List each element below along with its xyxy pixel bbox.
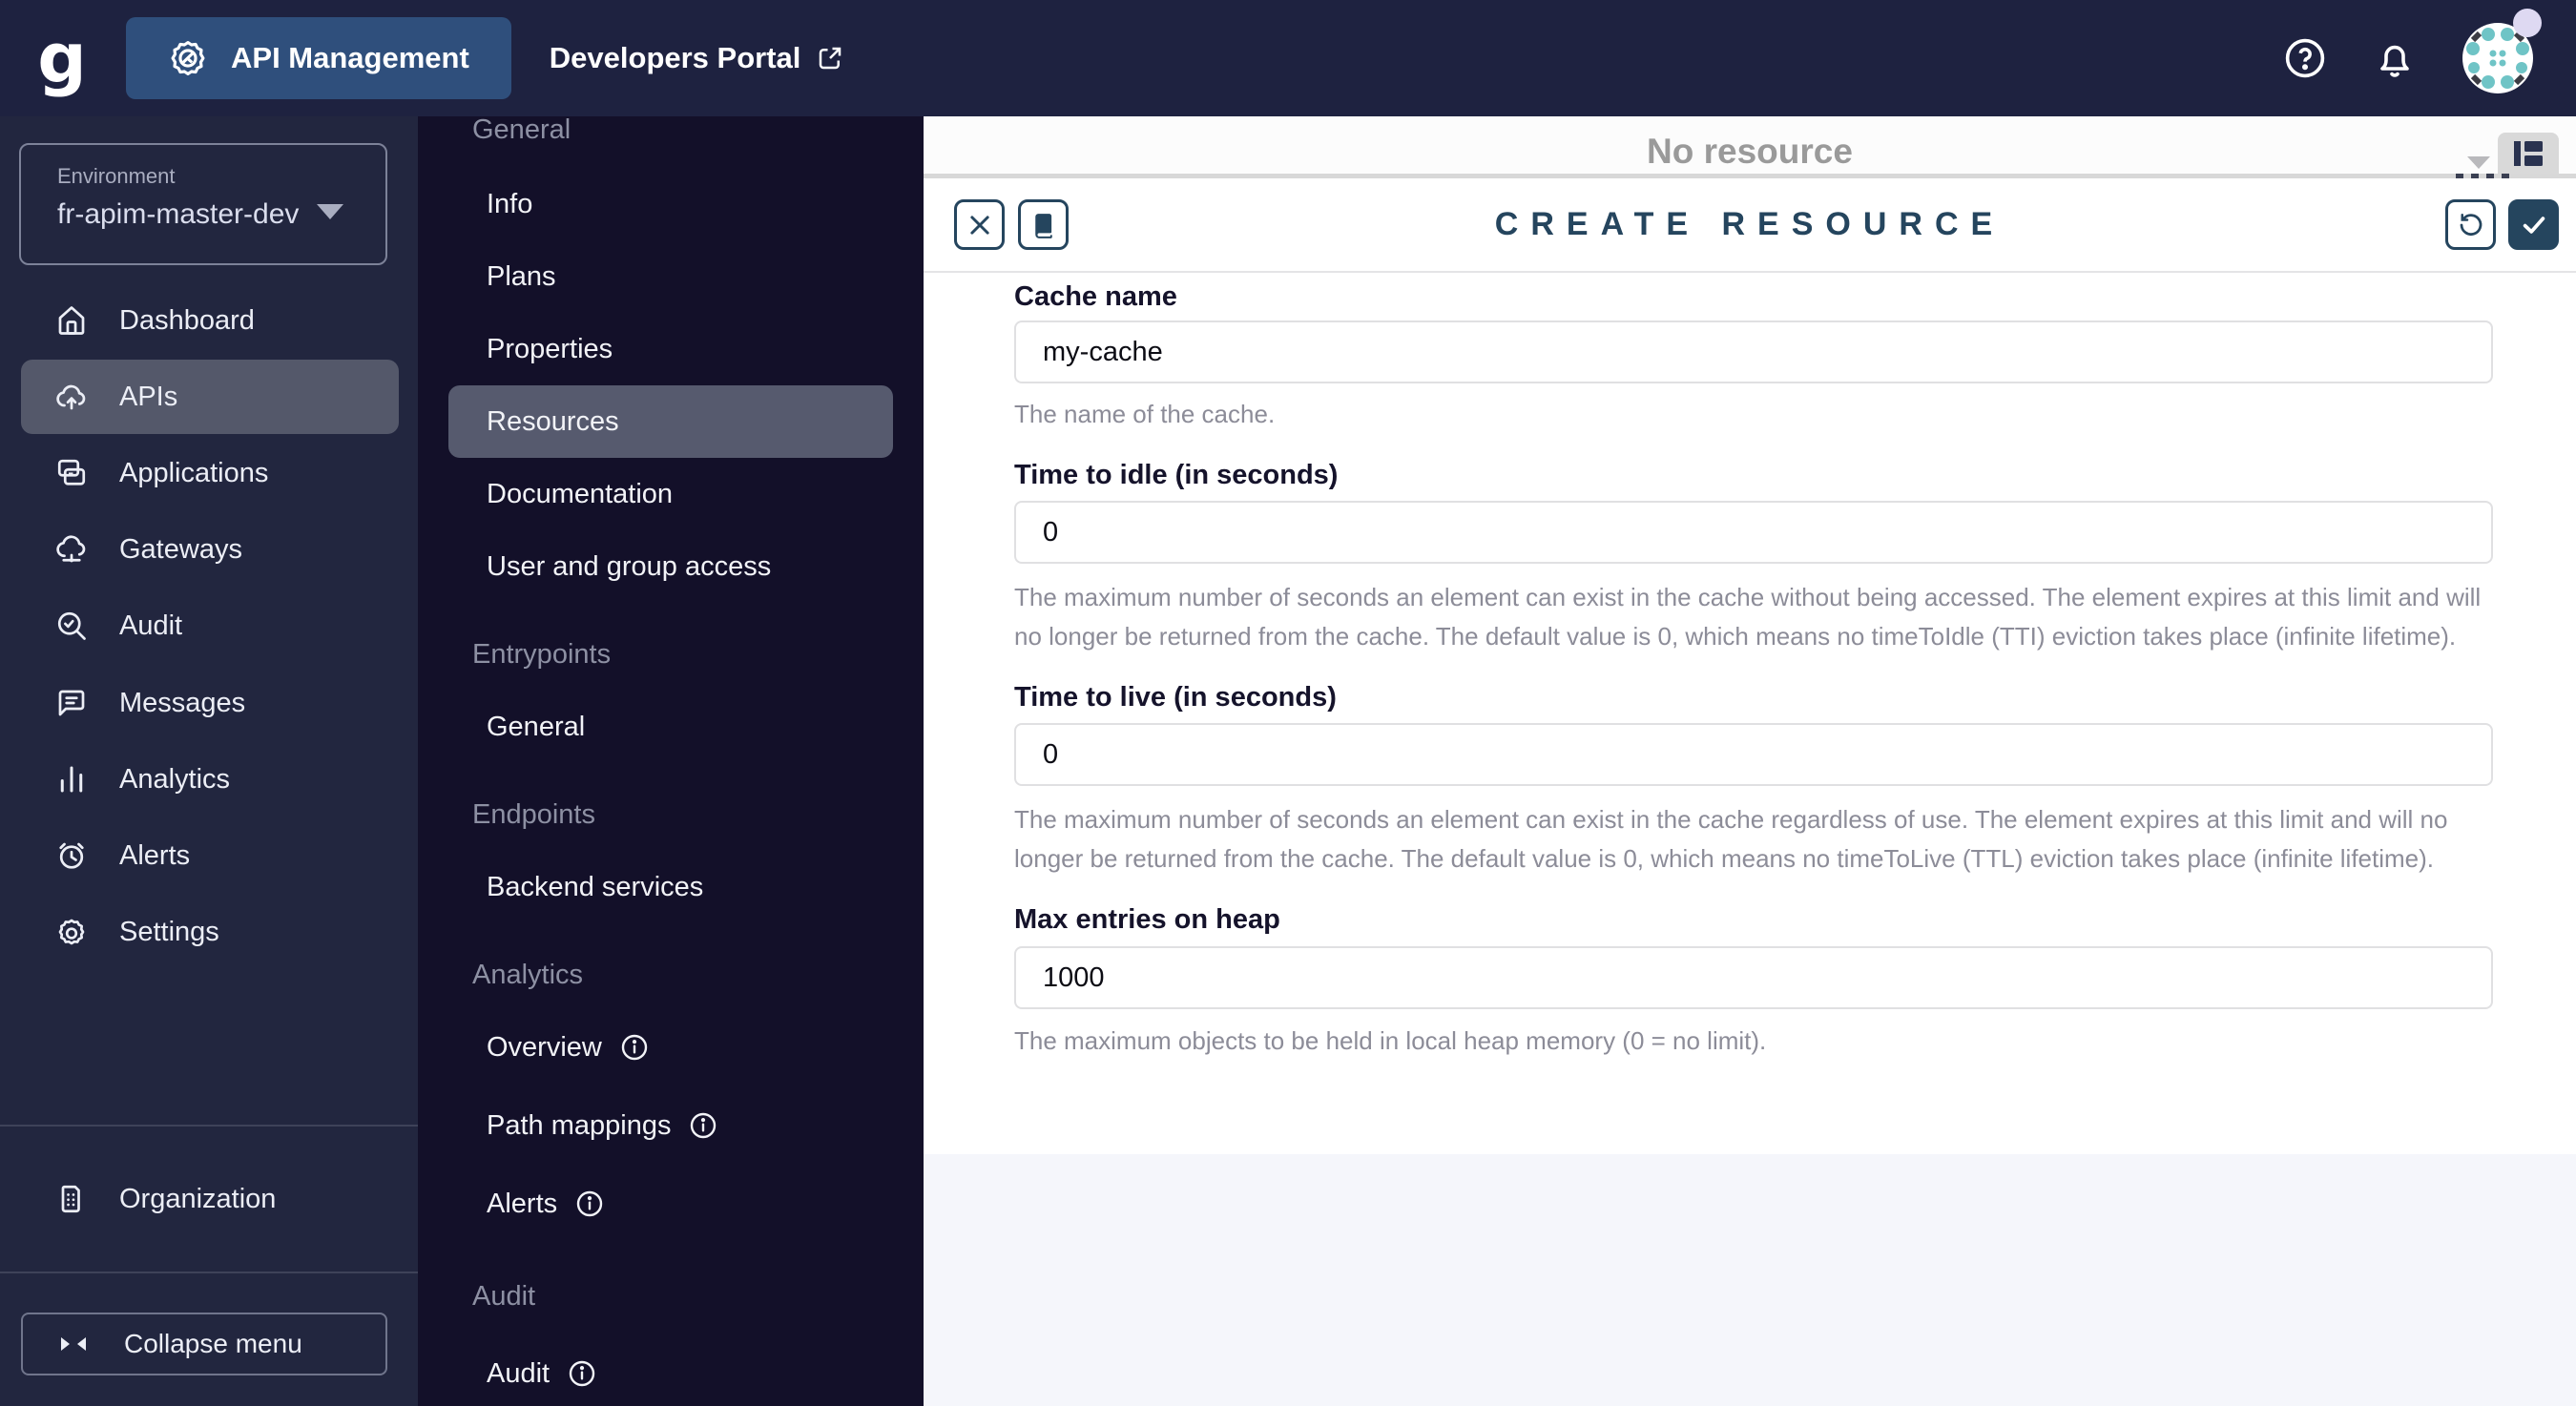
gravitee-logo[interactable]: g [29, 24, 95, 93]
cache-name-input[interactable] [1014, 320, 2493, 383]
submenu-item-backend-services[interactable]: Backend services [487, 868, 703, 906]
cog-icon [168, 38, 208, 78]
cache-name-label: Cache name [1014, 281, 1177, 312]
cloud-upload-icon [56, 384, 86, 410]
check-icon [2523, 216, 2545, 234]
time-to-live-input[interactable] [1014, 723, 2493, 786]
avatar-status-badge [2513, 9, 2542, 37]
section-title-endpoints: Endpoints [472, 798, 595, 830]
message-icon [58, 690, 85, 716]
section-title-general: General [472, 116, 571, 145]
developers-portal-label: Developers Portal [549, 41, 801, 74]
sidebar-item-alerts[interactable]: Alerts [21, 818, 399, 893]
toolbar-divider [924, 271, 2576, 273]
submenu-item-overview[interactable]: Overview [487, 1028, 650, 1066]
sidebar-item-applications[interactable]: Applications [21, 436, 399, 510]
submenu-item-alerts[interactable]: Alerts [487, 1185, 605, 1223]
bar-chart-icon [60, 766, 83, 793]
panel-layout-icon [2514, 140, 2543, 166]
primary-sidebar: Environment fr-apim-master-dev Dashboard… [0, 116, 418, 1406]
time-to-live-hint: The maximum number of seconds an element… [1014, 805, 2448, 873]
save-button[interactable] [2508, 199, 2559, 250]
reset-button[interactable] [2445, 199, 2496, 250]
audit-search-icon [57, 611, 86, 640]
sidebar-item-messages[interactable]: Messages [21, 666, 399, 740]
submenu-item-properties[interactable]: Properties [487, 330, 613, 368]
environment-label: Environment [57, 164, 176, 188]
info-icon [691, 1112, 717, 1139]
info-icon [569, 1360, 595, 1387]
environment-selector[interactable]: Environment fr-apim-master-dev [19, 143, 387, 265]
cloud-gateway-icon [56, 535, 86, 563]
time-to-idle-label: Time to idle (in seconds) [1014, 460, 1339, 490]
panel-title: CREATE RESOURCE [1494, 206, 2005, 242]
no-resource-text: No resource [1647, 132, 1853, 171]
main-content: No resource CREATE RESOURCE Cache name m… [924, 116, 2576, 1406]
reset-icon [2460, 213, 2482, 236]
info-icon [576, 1190, 603, 1217]
organization-icon [61, 1185, 80, 1213]
documentation-button[interactable] [1018, 199, 1069, 250]
section-title-audit: Audit [472, 1280, 536, 1312]
time-to-idle-input[interactable] [1014, 501, 2493, 564]
gear-icon [58, 919, 85, 945]
external-link-icon [816, 44, 844, 72]
content-background [924, 1154, 2576, 1406]
api-submenu: General Info Plans Properties Resources … [418, 116, 924, 1406]
sidebar-item-analytics[interactable]: Analytics [21, 742, 399, 817]
app-window: g API Management Developers Portal Envir… [0, 0, 2576, 1406]
applications-icon [57, 459, 86, 486]
submenu-item-path-mappings[interactable]: Path mappings [487, 1106, 718, 1145]
user-avatar[interactable] [2462, 9, 2542, 94]
sidebar-item-apis[interactable]: APIs [21, 360, 399, 434]
close-button[interactable] [954, 199, 1005, 250]
book-icon [1034, 213, 1052, 238]
splitter-arrow-down-icon [2467, 156, 2490, 169]
notifications-bell-icon[interactable] [2372, 35, 2418, 81]
submenu-item-resources[interactable]: Resources [487, 403, 619, 441]
section-title-analytics: Analytics [472, 959, 584, 990]
time-to-live-label: Time to live (in seconds) [1014, 682, 1337, 713]
api-management-label: API Management [231, 41, 469, 74]
sidebar-item-settings[interactable]: Settings [21, 895, 399, 969]
api-management-button[interactable]: API Management [126, 17, 511, 99]
submenu-item-info[interactable]: Info [487, 185, 532, 223]
max-entries-input[interactable] [1014, 946, 2493, 1009]
sidebar-item-gateways[interactable]: Gateways [21, 512, 399, 587]
sidebar-item-organization[interactable]: Organization [21, 1162, 399, 1236]
create-resource-toolbar: CREATE RESOURCE [924, 178, 2576, 271]
resource-list-empty-state: No resource [924, 116, 2576, 174]
submenu-item-documentation[interactable]: Documentation [487, 475, 673, 513]
info-icon [621, 1034, 648, 1061]
submenu-item-plans[interactable]: Plans [487, 258, 556, 296]
developers-portal-link[interactable]: Developers Portal [550, 41, 845, 75]
top-bar: g API Management Developers Portal [0, 0, 2576, 116]
max-entries-hint: The maximum objects to be held in local … [1014, 1026, 1767, 1055]
submenu-item-audit[interactable]: Audit [487, 1354, 597, 1393]
sidebar-item-dashboard[interactable]: Dashboard [21, 283, 399, 358]
cache-name-hint: The name of the cache. [1014, 400, 1276, 428]
close-icon [969, 215, 989, 235]
toggle-panel-button[interactable] [2498, 133, 2559, 174]
submenu-item-entrypoints-general[interactable]: General [487, 708, 585, 746]
time-to-idle-hint: The maximum number of seconds an element… [1014, 583, 2482, 651]
alarm-clock-icon [59, 842, 84, 869]
collapse-icon [57, 1333, 90, 1355]
max-entries-label: Max entries on heap [1014, 904, 1280, 935]
section-title-entrypoints: Entrypoints [472, 638, 612, 670]
sidebar-item-audit[interactable]: Audit [21, 589, 399, 663]
home-icon [58, 306, 85, 335]
submenu-item-user-group-access[interactable]: User and group access [487, 548, 771, 586]
help-icon[interactable] [2282, 35, 2328, 81]
collapse-menu-button[interactable]: Collapse menu [21, 1313, 387, 1375]
sidebar-divider [0, 1272, 418, 1273]
chevron-down-icon [317, 204, 343, 219]
sidebar-divider [0, 1125, 418, 1127]
